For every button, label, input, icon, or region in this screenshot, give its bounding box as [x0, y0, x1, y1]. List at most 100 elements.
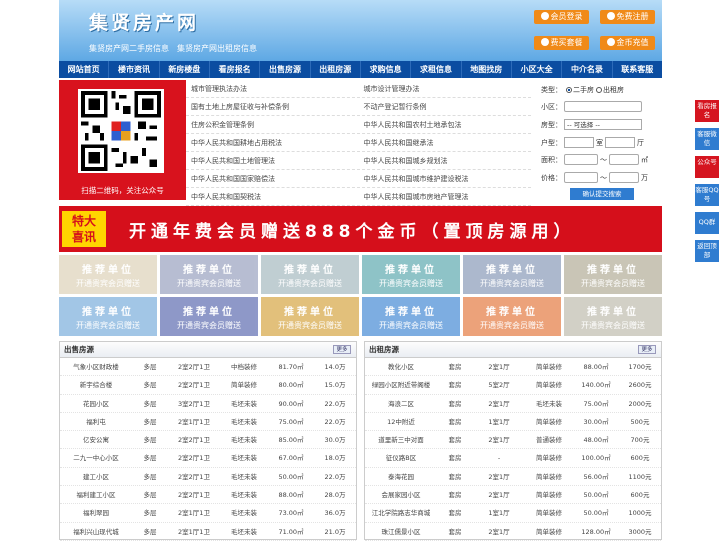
ad-slot[interactable]: 推荐单位 开通贵宾会员赠送 [463, 255, 561, 294]
listing-community[interactable]: 会展家园小区 [365, 486, 437, 503]
float-official-account[interactable]: 公众号 [695, 156, 719, 178]
listing-row[interactable]: 绿园小区附近带阁楼 套房 5室2厅 简单装修 140.00㎡ 2600元 [365, 376, 661, 395]
listing-community[interactable]: 福利屯 [60, 413, 132, 430]
link-item[interactable]: 中华人民共和国城乡规划法 [359, 152, 532, 169]
ad-slot[interactable]: 推荐单位 开通贵宾会员赠送 [564, 297, 662, 336]
listing-community[interactable]: 海浪二区 [365, 395, 437, 412]
nav-viewing-signup[interactable]: 看房报名 [210, 61, 261, 78]
float-back-to-top[interactable]: 返回顶部 [695, 240, 719, 262]
nav-map[interactable]: 地图找房 [462, 61, 512, 78]
listing-row[interactable]: 征仪路B区 套房 - 简单装修 100.00㎡ 600元 [365, 449, 661, 468]
float-service-qq[interactable]: 客服QQ号 [695, 184, 719, 206]
nav-communities[interactable]: 小区大全 [512, 61, 563, 78]
float-viewing-signup[interactable]: 看房报名 [695, 100, 719, 122]
listing-community[interactable]: 福利翠园 [60, 504, 132, 521]
nav-want-buy[interactable]: 求购信息 [361, 61, 412, 78]
link-item[interactable]: 不动产登记暂行条例 [359, 98, 532, 115]
listing-row[interactable]: 道里新三中对面 套房 2室1厅 普通装修 48.00㎡ 700元 [365, 431, 661, 450]
listing-community[interactable]: 建工小区 [60, 468, 132, 485]
login-button[interactable]: 会员登录 [534, 10, 589, 24]
listing-row[interactable]: 海浪二区 套房 2室1厅 毛坯未装 75.00㎡ 2000元 [365, 395, 661, 413]
ad-slot[interactable]: 推荐单位 开通贵宾会员赠送 [261, 255, 359, 294]
nav-agents[interactable]: 中介名录 [562, 61, 613, 78]
listing-community[interactable]: 泰海花园 [365, 468, 437, 485]
listing-community[interactable]: 绿园小区附近带阁楼 [365, 376, 437, 393]
site-logo[interactable]: 集贤房产网 [89, 8, 199, 35]
ad-slot[interactable]: 推荐单位 开通贵宾会员赠送 [160, 297, 258, 336]
ad-slot[interactable]: 推荐单位 开通贵宾会员赠送 [362, 297, 460, 336]
house-type-select[interactable]: -- 可选择 -- [564, 119, 642, 130]
slogan-rent[interactable]: 集贤房产网出租房信息 [177, 44, 257, 53]
ad-slot[interactable]: 推荐单位 开通贵宾会员赠送 [564, 255, 662, 294]
nav-for-sale[interactable]: 出售房源 [260, 61, 311, 78]
listing-community[interactable]: 江北学院路志华商城 [365, 504, 437, 521]
nav-home[interactable]: 网站首页 [59, 61, 110, 78]
listing-row[interactable]: 会展家园小区 套房 2室1厅 简单装修 50.00㎡ 600元 [365, 486, 661, 505]
ad-slot[interactable]: 推荐单位 开通贵宾会员赠送 [160, 255, 258, 294]
listing-community[interactable]: 花园小区 [60, 395, 132, 412]
ad-slot[interactable]: 推荐单位 开通贵宾会员赠送 [261, 297, 359, 336]
package-button[interactable]: 费买套餐 [534, 36, 589, 50]
room-select[interactable] [564, 137, 594, 148]
listing-community[interactable]: 征仪路B区 [365, 449, 437, 466]
listing-community[interactable]: 亿安公寓 [60, 431, 132, 448]
float-qq-group[interactable]: QQ群 [695, 212, 719, 234]
link-item[interactable]: 中华人民共和国继承法 [359, 134, 532, 151]
listing-row[interactable]: 新宇综合楼 多层 2室2厅1卫 简单装修 80.00㎡ 15.0万 [60, 376, 356, 395]
ad-slot[interactable]: 推荐单位 开通贵宾会员赠送 [59, 255, 157, 294]
nav-new-homes[interactable]: 新房楼盘 [160, 61, 210, 78]
rent-more-button[interactable]: 更多 [638, 345, 656, 354]
radio-sale[interactable] [566, 86, 572, 93]
link-item[interactable]: 中华人民共和国土地管理法 [186, 152, 359, 169]
listing-community[interactable]: 二九一中心小区 [60, 449, 132, 466]
nav-want-rent[interactable]: 求租信息 [411, 61, 462, 78]
listing-row[interactable]: 花园小区 多层 3室2厅1卫 毛坯未装 90.00㎡ 22.0万 [60, 395, 356, 413]
listing-row[interactable]: 二九一中心小区 多层 2室2厅1卫 毛坯未装 67.00㎡ 18.0万 [60, 449, 356, 468]
link-item[interactable]: 中华人民共和国农村土地承包法 [359, 116, 532, 133]
nav-news[interactable]: 楼市资讯 [109, 61, 160, 78]
link-item[interactable]: 中华人民共和国耕地占用税法 [186, 134, 359, 151]
link-item[interactable]: 中华人民共和国城市维护建设税法 [359, 170, 532, 187]
nav-support[interactable]: 联系客服 [613, 61, 662, 78]
listing-row[interactable]: 福利屯 多层 2室1厅1卫 毛坯未装 75.00㎡ 22.0万 [60, 413, 356, 432]
ad-slot[interactable]: 推荐单位 开通贵宾会员赠送 [362, 255, 460, 294]
radio-rent[interactable] [596, 86, 602, 93]
link-item[interactable]: 中华人民共和国契税法 [186, 188, 359, 205]
ad-slot[interactable]: 推荐单位 开通贵宾会员赠送 [463, 297, 561, 336]
listing-community[interactable]: 教化小区 [365, 358, 437, 375]
listing-community[interactable]: 珠江儒景小区 [365, 523, 437, 540]
listing-row[interactable]: 江北学院路志华商城 套房 1室1厅 简单装修 50.00㎡ 1000元 [365, 504, 661, 523]
float-service-wechat[interactable]: 客服微信 [695, 128, 719, 150]
nav-for-rent[interactable]: 出租房源 [311, 61, 361, 78]
slogan-sale[interactable]: 集贤房产网二手房信息 [89, 44, 169, 53]
community-input[interactable] [564, 101, 642, 112]
link-item[interactable]: 城市管理执法办法 [186, 80, 359, 97]
listing-community[interactable]: 12中附近 [365, 413, 437, 430]
price-max-input[interactable] [609, 172, 639, 183]
promo-banner[interactable]: 特大 喜讯 开通年费会员赠送888个金币（置顶房源用） [59, 206, 662, 252]
link-item[interactable]: 国有土地上房屋征收与补偿条例 [186, 98, 359, 115]
listing-row[interactable]: 气象小区财政楼 多层 2室2厅1卫 中档装修 81.70㎡ 14.0万 [60, 358, 356, 377]
recharge-button[interactable]: 金币充值 [600, 36, 655, 50]
size-min-input[interactable] [564, 154, 598, 165]
listing-community[interactable]: 福利兴山现代城 [60, 523, 132, 540]
hall-select[interactable] [605, 137, 635, 148]
listing-community[interactable]: 福利建工小区 [60, 486, 132, 503]
size-max-input[interactable] [609, 154, 639, 165]
listing-row[interactable]: 12中附近 套房 1室1厅 简单装修 30.00㎡ 500元 [365, 413, 661, 432]
sale-more-button[interactable]: 更多 [333, 345, 351, 354]
listing-community[interactable]: 道里新三中对面 [365, 431, 437, 448]
link-item[interactable]: 中华人民共和国国家赔偿法 [186, 170, 359, 187]
listing-row[interactable]: 福利兴山现代城 多层 2室1厅1卫 毛坯未装 71.00㎡ 21.0万 [60, 523, 356, 541]
listing-row[interactable]: 亿安公寓 多层 2室2厅1卫 毛坯未装 85.00㎡ 30.0万 [60, 431, 356, 450]
link-item[interactable]: 住房公积金管理条例 [186, 116, 359, 133]
listing-row[interactable]: 教化小区 套房 2室1厅 简单装修 88.00㎡ 1700元 [365, 358, 661, 377]
link-item[interactable]: 中华人民共和国城市房地产管理法 [359, 188, 532, 205]
listing-community[interactable]: 新宇综合楼 [60, 376, 132, 393]
price-min-input[interactable] [564, 172, 598, 183]
listing-community[interactable]: 气象小区财政楼 [60, 358, 132, 375]
listing-row[interactable]: 福利翠园 多层 2室1厅1卫 毛坯未装 73.00㎡ 36.0万 [60, 504, 356, 523]
search-submit-button[interactable]: 确认提交搜索 [570, 188, 634, 200]
register-button[interactable]: 免费注册 [600, 10, 655, 24]
link-item[interactable]: 城市设计管理办法 [359, 80, 532, 97]
